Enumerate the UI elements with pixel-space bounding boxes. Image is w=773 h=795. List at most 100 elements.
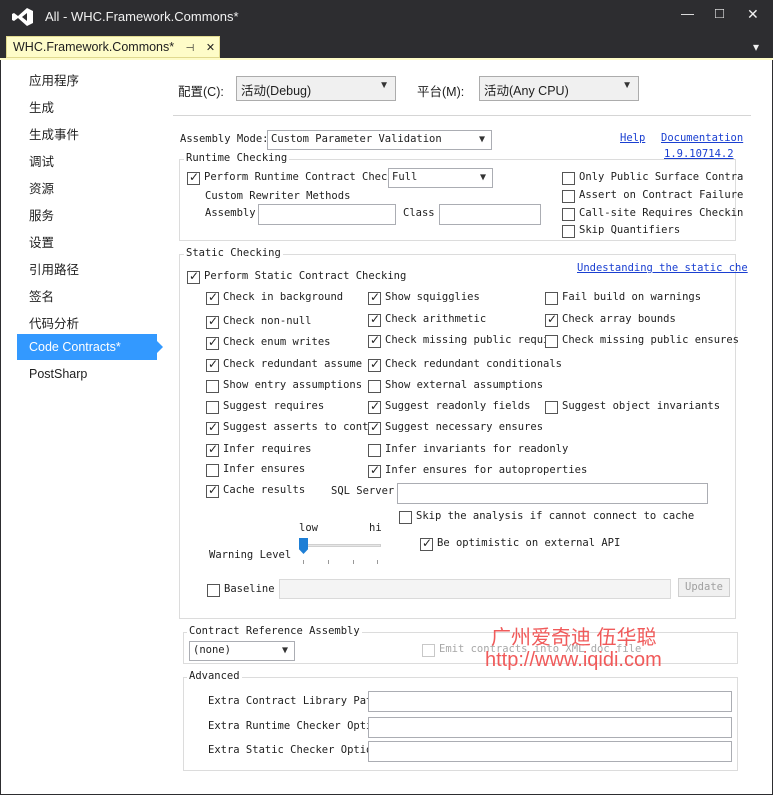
static-col1-option-checkbox-2[interactable] xyxy=(206,335,219,350)
sidebar-item-build-events[interactable]: 生成事件 xyxy=(29,124,79,143)
static-col3-option-checkbox-2[interactable] xyxy=(545,335,558,348)
static-col2-option-label-5: Suggest readonly fields xyxy=(385,400,531,412)
extra-runtime-options-input[interactable] xyxy=(368,717,732,738)
documentation-link[interactable]: Documentation xyxy=(661,132,743,144)
static-col1-option-checkbox-9[interactable] xyxy=(206,483,219,498)
tab-dropdown-icon[interactable]: ▾ xyxy=(753,40,759,54)
static-col3-option-label-0: Fail build on warnings xyxy=(562,291,702,303)
chevron-down-icon: ▼ xyxy=(622,80,632,91)
runtime-level-select[interactable]: Full ▼ xyxy=(388,168,493,188)
skip-analysis-label: Skip the analysis if cannot connect to c… xyxy=(416,510,695,522)
static-col3-option-checkbox-0[interactable] xyxy=(545,292,558,305)
static-col2-option-checkbox-8[interactable] xyxy=(368,463,381,478)
static-col1-option-label-1: Check non-null xyxy=(223,315,312,327)
assert-on-failure-checkbox[interactable] xyxy=(562,190,575,203)
static-col1-option-label-7: Infer requires xyxy=(223,443,312,455)
static-col2-option-checkbox-4[interactable] xyxy=(368,380,381,393)
static-col2-option-checkbox-1[interactable] xyxy=(368,312,381,327)
update-button[interactable]: Update xyxy=(678,578,730,597)
call-site-requires-checkbox[interactable] xyxy=(562,208,575,221)
chevron-down-icon: ▼ xyxy=(478,134,485,145)
sidebar-item-code-analysis[interactable]: 代码分析 xyxy=(29,313,79,332)
platform-label: 平台(M): xyxy=(417,85,465,99)
static-col1-option-checkbox-4[interactable] xyxy=(206,380,219,393)
static-col1-option-checkbox-8[interactable] xyxy=(206,464,219,477)
sidebar-item-code-contracts[interactable]: Code Contracts* xyxy=(29,340,121,354)
sidebar-item-settings[interactable]: 设置 xyxy=(29,232,54,251)
static-col1-option-checkbox-7[interactable] xyxy=(206,442,219,457)
rewriter-class-input[interactable] xyxy=(439,204,541,225)
understanding-static-link[interactable]: Undestanding the static che xyxy=(577,262,748,274)
sidebar-item-signing[interactable]: 签名 xyxy=(29,286,54,305)
static-checking-group xyxy=(179,254,736,619)
extra-static-options-label: Extra Static Checker Option xyxy=(208,744,379,756)
static-col1-option-label-8: Infer ensures xyxy=(223,463,306,475)
static-col2-option-label-4: Show external assumptions xyxy=(385,379,544,391)
tab-document[interactable]: WHC.Framework.Commons* ⊣ ✕ xyxy=(6,36,221,58)
platform-select[interactable]: 活动(Any CPU) ▼ xyxy=(479,76,639,101)
config-select[interactable]: 活动(Debug) ▼ xyxy=(236,76,396,101)
optimistic-external-api-label: Be optimistic on external API xyxy=(437,537,621,549)
sidebar-item-build[interactable]: 生成 xyxy=(29,97,54,116)
static-col1-option-checkbox-6[interactable] xyxy=(206,420,219,435)
skip-analysis-checkbox[interactable] xyxy=(399,511,412,524)
static-col3-option-checkbox-1[interactable] xyxy=(545,312,558,327)
slider-thumb[interactable] xyxy=(299,538,308,554)
static-col1-option-checkbox-5[interactable] xyxy=(206,401,219,414)
static-col3-option-label-1: Check array bounds xyxy=(562,313,676,325)
sidebar-item-debug[interactable]: 调试 xyxy=(29,151,54,170)
static-col1-option-label-5: Suggest requires xyxy=(223,400,325,412)
baseline-checkbox[interactable] xyxy=(207,584,220,597)
perform-runtime-checkbox[interactable] xyxy=(187,170,200,185)
static-col2-option-checkbox-7[interactable] xyxy=(368,444,381,457)
config-label: 配置(C): xyxy=(178,85,224,99)
optimistic-external-api-checkbox[interactable] xyxy=(420,536,433,551)
sidebar-item-postsharp[interactable]: PostSharp xyxy=(29,367,87,381)
sidebar-item-resources[interactable]: 资源 xyxy=(29,178,54,197)
only-public-surface-checkbox[interactable] xyxy=(562,172,575,185)
assembly-mode-select[interactable]: Custom Parameter Validation ▼ xyxy=(267,130,492,150)
sql-server-input[interactable] xyxy=(397,483,708,504)
sidebar-item-services[interactable]: 服务 xyxy=(29,205,54,224)
tab-close-icon[interactable]: ✕ xyxy=(206,42,215,54)
perform-runtime-label: Perform Runtime Contract Checki xyxy=(204,171,400,183)
static-col1-option-checkbox-0[interactable] xyxy=(206,290,219,305)
extra-library-paths-input[interactable] xyxy=(368,691,732,712)
slider-tick xyxy=(353,560,354,564)
sidebar-item-application[interactable]: 应用程序 xyxy=(29,70,79,89)
update-button-label: Update xyxy=(685,581,723,593)
extra-static-options-input[interactable] xyxy=(368,741,732,762)
assembly-mode-value: Custom Parameter Validation xyxy=(271,133,442,145)
close-window-icon[interactable]: ✕ xyxy=(747,6,759,23)
static-col3-option-checkbox-3[interactable] xyxy=(545,401,558,414)
slider-low-label: low xyxy=(299,522,318,534)
static-col2-option-label-1: Check arithmetic xyxy=(385,313,487,325)
pin-icon[interactable]: ⊣ xyxy=(186,43,195,54)
chevron-down-icon: ▼ xyxy=(379,80,389,91)
static-col2-option-checkbox-2[interactable] xyxy=(368,333,381,348)
static-col1-option-label-9: Cache results xyxy=(223,484,306,496)
only-public-surface-label: Only Public Surface Contra xyxy=(579,171,744,183)
emit-contracts-checkbox[interactable] xyxy=(422,644,435,657)
minimize-icon[interactable]: — xyxy=(681,6,694,21)
static-col2-option-checkbox-6[interactable] xyxy=(368,420,381,435)
perform-static-checkbox[interactable] xyxy=(187,269,200,284)
extra-runtime-options-label: Extra Runtime Checker Optio xyxy=(208,720,379,732)
static-col2-option-checkbox-5[interactable] xyxy=(368,399,381,414)
reference-assembly-select[interactable]: (none) ▼ xyxy=(189,641,295,661)
sidebar: 应用程序 生成 生成事件 调试 资源 服务 设置 引用路径 签名 代码分析 Co… xyxy=(1,60,166,794)
static-col1-option-checkbox-3[interactable] xyxy=(206,357,219,372)
static-col3-option-label-3: Suggest object invariants xyxy=(562,400,721,412)
perform-static-label: Perform Static Contract Checking xyxy=(204,270,407,282)
rewriter-assembly-input[interactable] xyxy=(258,204,396,225)
static-col2-option-checkbox-0[interactable] xyxy=(368,290,381,305)
warning-level-slider[interactable] xyxy=(299,538,383,568)
maximize-icon[interactable]: □ xyxy=(715,5,724,22)
slider-track xyxy=(301,544,381,547)
help-link[interactable]: Help xyxy=(620,132,645,144)
static-col1-option-checkbox-1[interactable] xyxy=(206,314,219,329)
baseline-input[interactable] xyxy=(279,579,671,599)
sidebar-item-reference-paths[interactable]: 引用路径 xyxy=(29,259,79,278)
static-col2-option-checkbox-3[interactable] xyxy=(368,357,381,372)
skip-quantifiers-checkbox[interactable] xyxy=(562,225,575,238)
